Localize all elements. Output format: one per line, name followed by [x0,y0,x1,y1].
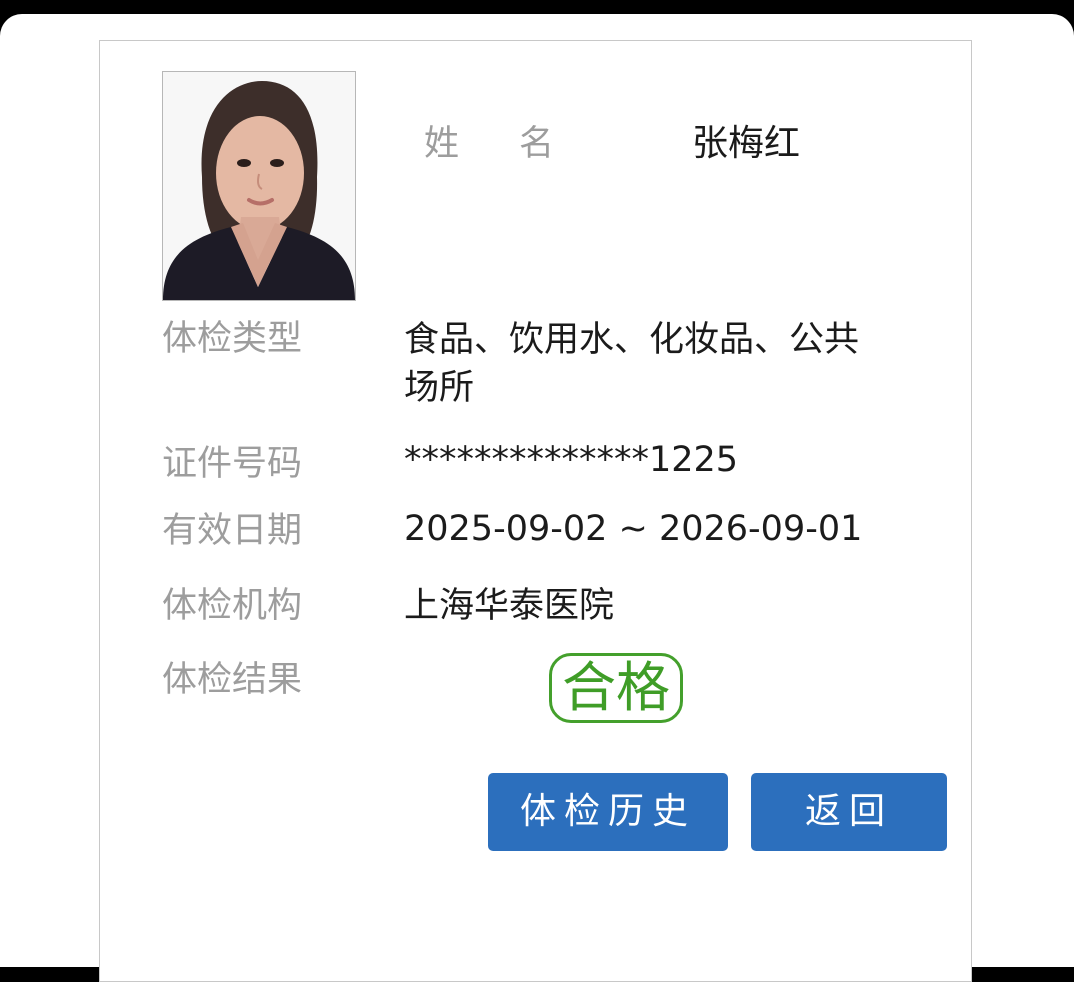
name-value: 张梅红 [692,123,801,164]
qualified-stamp: 合格 [549,653,683,723]
exam-type-label: 体检类型 [162,319,303,359]
name-label: 姓名 [424,124,615,164]
institution-value: 上海华泰医院 [404,586,615,626]
profile-photo [162,71,356,301]
profile-photo-image [163,72,355,300]
id-number-value: **************1225 [404,440,739,480]
institution-label: 体检机构 [162,586,303,626]
id-number-label: 证件号码 [162,444,303,484]
exam-type-value: 食品、饮用水、化妆品、公共场所 [404,320,860,408]
result-label: 体检结果 [162,660,303,700]
exam-history-button[interactable]: 体检历史 [488,773,728,851]
validity-label: 有效日期 [162,511,303,551]
back-button[interactable]: 返回 [751,773,947,851]
validity-value: 2025-09-02 ~ 2026-09-01 [404,509,863,549]
